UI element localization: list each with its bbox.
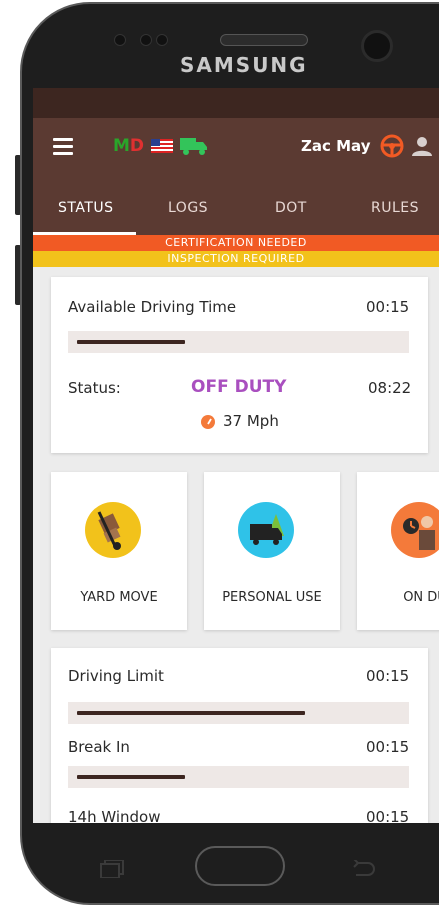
status-label: Status:	[68, 379, 121, 397]
certification-alert[interactable]: CERTIFICATION NEEDED	[33, 235, 439, 251]
recent-apps-icon[interactable]	[100, 860, 126, 878]
window-14h-label: 14h Window	[68, 808, 161, 823]
break-in-bar-fill	[77, 775, 185, 779]
available-driving-label: Available Driving Time	[68, 298, 237, 316]
personal-use-label: PERSONAL USE	[222, 590, 322, 605]
hand-truck-icon	[85, 502, 141, 558]
duty-status-value[interactable]: OFF DUTY	[191, 377, 286, 397]
on-duty-button[interactable]: ON DU	[357, 472, 439, 630]
logo-d: D	[129, 136, 145, 156]
yard-move-button[interactable]: YARD MOVE	[51, 472, 187, 630]
available-driving-bar-fill	[77, 340, 185, 344]
driving-limit-bar-fill	[77, 711, 305, 715]
break-in-value: 00:15	[366, 738, 410, 756]
app-header: MD Zac May	[33, 118, 439, 180]
status-bar	[33, 88, 439, 118]
driver-name: Zac May	[301, 137, 371, 155]
personal-use-button[interactable]: PERSONAL USE	[204, 472, 340, 630]
co-driver-icon[interactable]	[410, 134, 434, 158]
break-in-bar	[68, 766, 409, 788]
logo-m: M	[113, 136, 130, 156]
status-time: 08:22	[368, 379, 412, 397]
limits-card: Driving Limit 00:15 Break In 00:15 14h W…	[51, 648, 428, 823]
driving-limit-bar	[68, 702, 409, 724]
available-driving-bar	[68, 331, 409, 353]
tab-logs[interactable]: LOGS	[168, 200, 208, 216]
home-button[interactable]	[195, 846, 285, 886]
driving-limit-value: 00:15	[366, 667, 410, 685]
inspection-alert[interactable]: INSPECTION REQUIRED	[33, 251, 439, 267]
front-camera	[361, 30, 393, 62]
tab-bar: STATUS LOGS DOT RULES	[33, 180, 439, 235]
back-icon[interactable]	[350, 860, 376, 878]
us-flag-icon	[151, 139, 173, 153]
break-in-label: Break In	[68, 738, 130, 756]
sensor-dot	[114, 34, 126, 46]
on-duty-label: ON DU	[403, 590, 439, 605]
tab-status[interactable]: STATUS	[58, 200, 114, 216]
window-14h-value: 00:15	[366, 808, 410, 823]
tab-dot[interactable]: DOT	[275, 200, 307, 216]
truck-tree-icon	[238, 502, 294, 558]
tab-rules[interactable]: RULES	[371, 200, 419, 216]
app-logo: MD	[113, 136, 144, 156]
sensor-dot	[140, 34, 152, 46]
available-driving-value: 00:15	[366, 298, 410, 316]
device-brand: SAMSUNG	[180, 53, 308, 77]
hamburger-menu-icon[interactable]	[53, 138, 73, 155]
sensor-dot	[156, 34, 168, 46]
driving-limit-label: Driving Limit	[68, 667, 164, 685]
speedometer-icon	[201, 415, 215, 429]
clock-person-icon	[391, 502, 439, 558]
current-speed: 37 Mph	[223, 412, 279, 430]
app-screen: MD Zac May STATUS LOGS DOT RULES CERTIFI…	[33, 88, 439, 823]
yard-move-label: YARD MOVE	[80, 590, 158, 605]
truck-icon	[180, 138, 207, 155]
driving-time-card: Available Driving Time 00:15 Status: OFF…	[51, 277, 428, 453]
earpiece-speaker	[220, 34, 308, 46]
steering-wheel-icon[interactable]	[380, 134, 404, 158]
phone-nav-bar	[0, 823, 439, 908]
